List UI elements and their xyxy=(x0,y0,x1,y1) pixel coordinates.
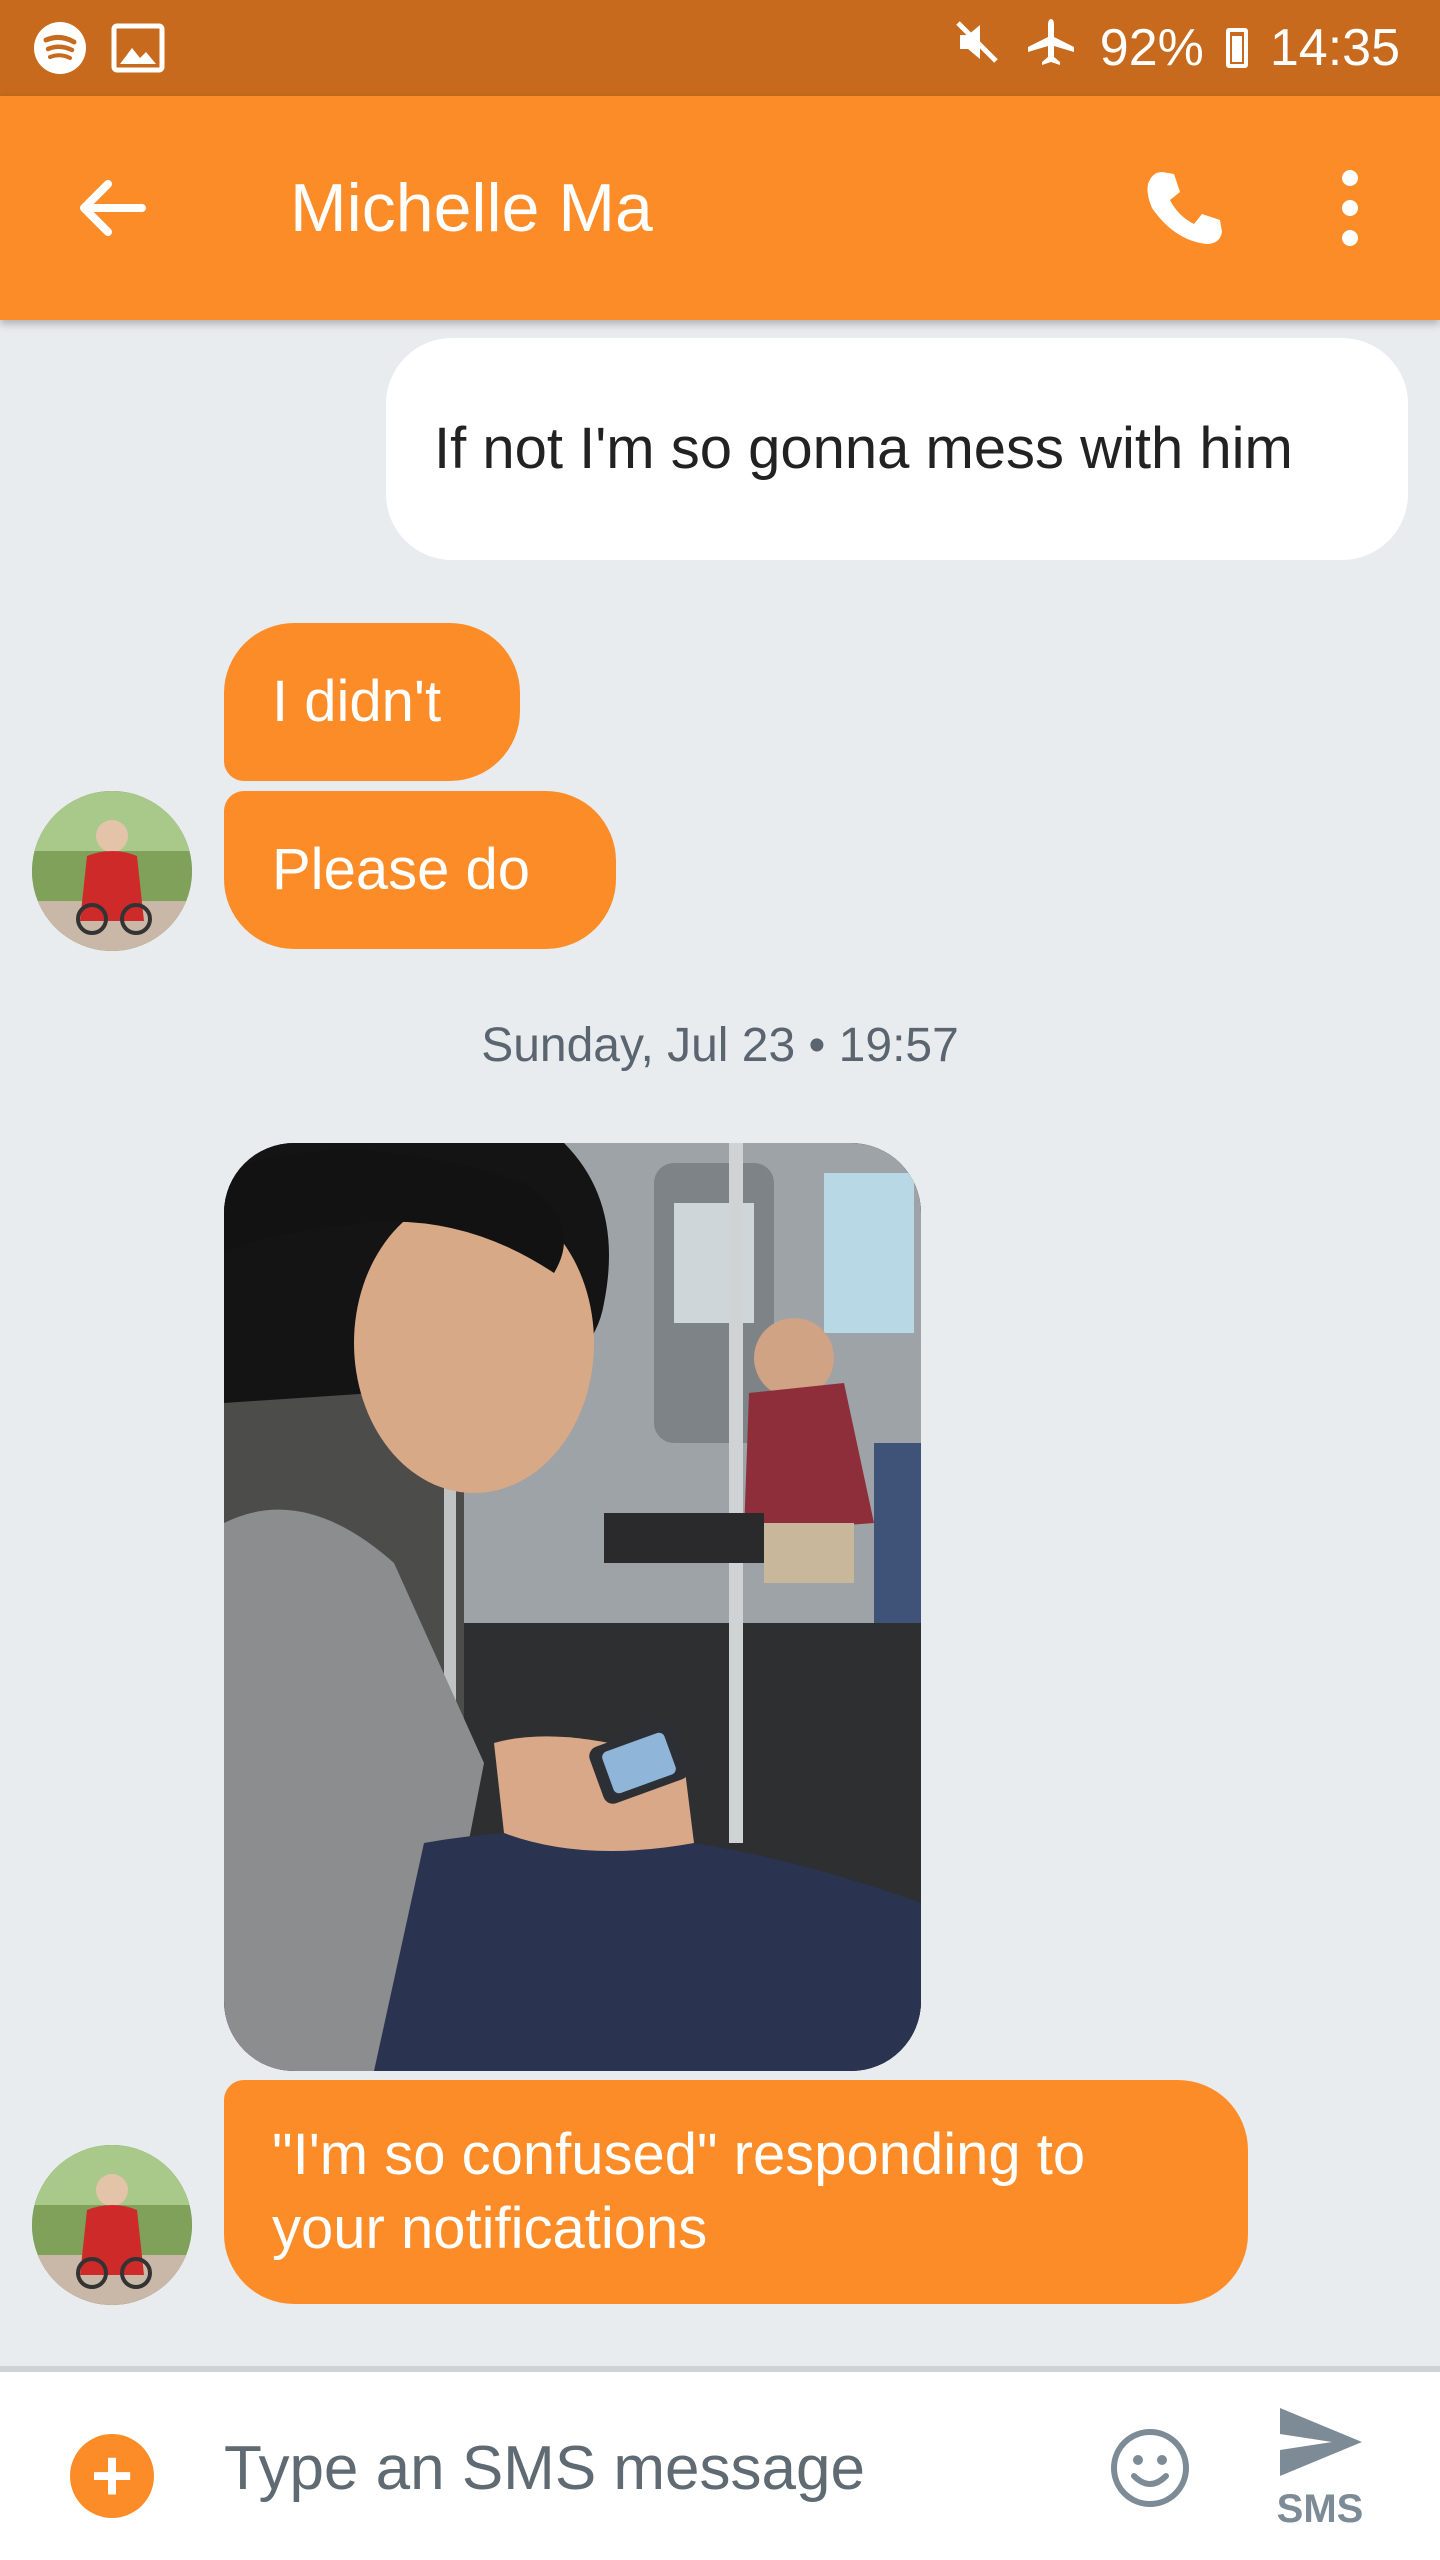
status-right-icons: 92% 14:35 xyxy=(952,0,1400,96)
back-button[interactable] xyxy=(70,166,154,250)
emoji-button[interactable] xyxy=(1108,2426,1192,2510)
plus-icon: + xyxy=(90,2436,134,2516)
contact-avatar[interactable] xyxy=(32,791,192,951)
message-text: I didn't xyxy=(272,669,442,734)
message-text: Please do xyxy=(272,837,530,902)
more-options-button[interactable] xyxy=(1320,164,1380,252)
battery-icon xyxy=(1225,28,1248,68)
date-divider: Sunday, Jul 23 • 19:57 xyxy=(481,1019,959,1072)
message-input[interactable] xyxy=(222,2412,1046,2524)
spotify-icon xyxy=(32,20,88,81)
emoji-icon xyxy=(1111,2429,1189,2507)
app-bar: Michelle Ma xyxy=(0,96,1440,320)
message-bubble-incoming[interactable]: Please do xyxy=(224,791,616,949)
message-composer: + SMS xyxy=(0,2366,1440,2560)
message-bubble-outgoing[interactable]: If not I'm so gonna mess with him xyxy=(386,338,1408,560)
more-vert-icon xyxy=(1342,170,1358,246)
message-bubble-incoming[interactable]: I didn't xyxy=(224,623,520,781)
status-left-icons xyxy=(32,20,166,81)
message-text: If not I'm so gonna mess with him xyxy=(434,416,1293,481)
call-button[interactable] xyxy=(1140,164,1228,252)
send-button[interactable]: SMS xyxy=(1270,2402,1370,2542)
add-attachment-button[interactable]: + xyxy=(70,2434,154,2518)
image-message[interactable] xyxy=(224,1143,921,2071)
contact-avatar[interactable] xyxy=(32,2145,192,2305)
phone-icon xyxy=(1147,172,1222,244)
send-label: SMS xyxy=(1276,2487,1364,2531)
clock: 14:35 xyxy=(1269,19,1400,77)
battery-percent: 92% xyxy=(1099,19,1204,77)
message-bubble-incoming[interactable]: "I'm so confused" responding to your not… xyxy=(224,2080,1248,2304)
mute-icon xyxy=(952,17,1002,80)
airplane-icon xyxy=(1024,15,1078,82)
message-text: "I'm so confused" responding to your not… xyxy=(272,2122,1086,2261)
conversation-title: Michelle Ma xyxy=(290,170,653,246)
image-icon xyxy=(110,20,166,81)
arrow-back-icon xyxy=(80,180,146,236)
status-bar: 92% 14:35 xyxy=(0,0,1440,96)
send-icon xyxy=(1280,2408,1362,2476)
